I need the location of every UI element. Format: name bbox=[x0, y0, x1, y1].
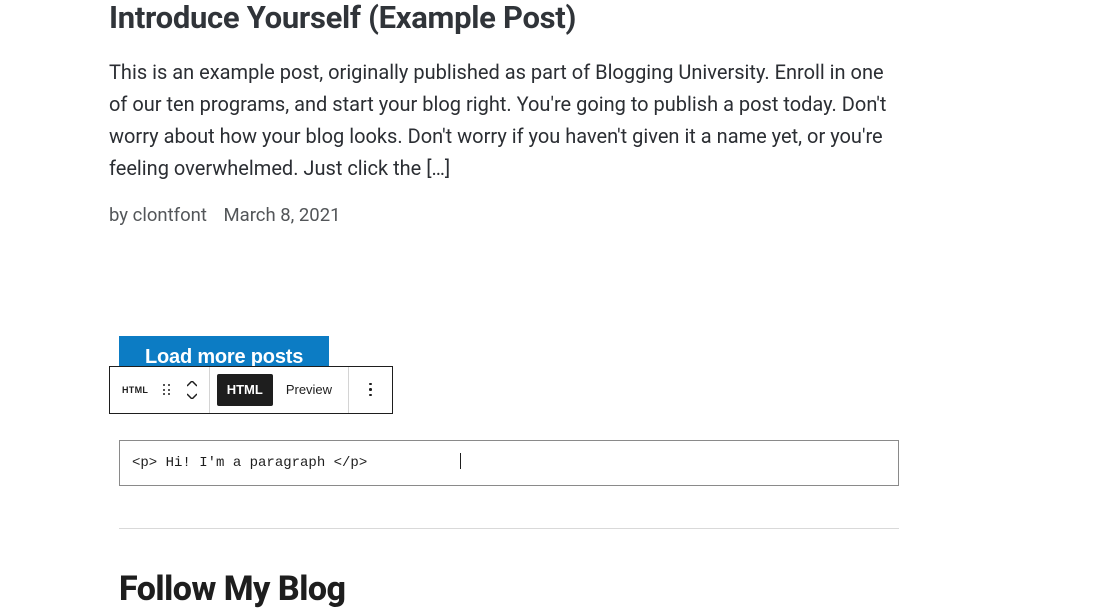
more-options-icon[interactable] bbox=[349, 367, 392, 413]
html-code-input[interactable]: <p> Hi! I'm a paragraph </p> bbox=[119, 440, 899, 486]
block-type-html-button[interactable]: HTML bbox=[110, 367, 158, 413]
move-arrows[interactable] bbox=[175, 367, 209, 413]
section-divider bbox=[119, 528, 899, 529]
post-excerpt: This is an example post, originally publ… bbox=[109, 56, 899, 184]
post-meta: by clontfont March 8, 2021 bbox=[109, 204, 1000, 226]
post-title[interactable]: Introduce Yourself (Example Post) bbox=[109, 0, 1000, 36]
post-author[interactable]: clontfont bbox=[133, 204, 207, 226]
follow-heading: Follow My Blog bbox=[119, 569, 1000, 609]
by-prefix: by bbox=[109, 204, 133, 226]
html-tab-button[interactable]: HTML bbox=[217, 374, 273, 406]
preview-tab-button[interactable]: Preview bbox=[280, 367, 348, 413]
chevron-up-icon[interactable] bbox=[187, 381, 197, 387]
post-date[interactable]: March 8, 2021 bbox=[224, 204, 341, 226]
drag-handle-icon[interactable] bbox=[158, 367, 175, 413]
chevron-down-icon[interactable] bbox=[187, 393, 197, 399]
block-toolbar: HTML HTML Preview bbox=[109, 366, 393, 414]
